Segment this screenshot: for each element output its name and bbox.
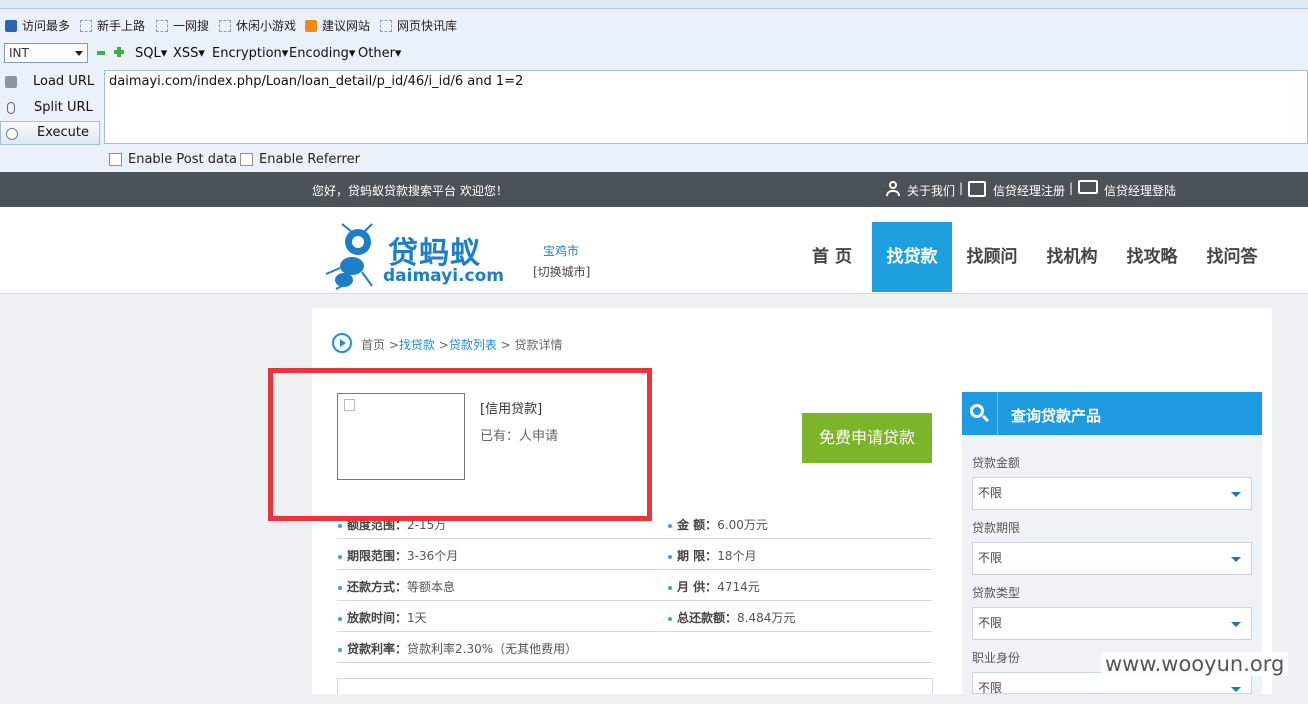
nav-find-loan[interactable]: 找贷款 xyxy=(872,222,952,292)
loan-amount-label: 贷款金额 xyxy=(972,456,1021,470)
menu-xss[interactable]: XSS▾ xyxy=(173,46,205,61)
monthly-payment: 月 供：4714元 xyxy=(668,578,760,595)
breadcrumb: 首页 >找贷款 >贷款列表 > 贷款详情 xyxy=(361,338,563,352)
menu-encryption[interactable]: Encryption▾ xyxy=(212,46,288,61)
enable-post-checkbox[interactable]: Enable Post data xyxy=(109,152,237,167)
logo-text-en[interactable]: daimayi.com xyxy=(383,266,504,286)
separator: | xyxy=(959,181,964,195)
breadcrumb-home[interactable]: 首页 xyxy=(361,338,385,352)
interest-rate: 贷款利率：贷款利率2.30%（无其他费用） xyxy=(338,640,577,657)
chevron-down-icon xyxy=(1231,687,1241,692)
load-icon xyxy=(5,76,17,88)
current-city: 宝鸡市 xyxy=(543,244,580,258)
enable-referrer-checkbox[interactable]: Enable Referrer xyxy=(240,152,360,167)
bookmark-getting-started[interactable]: 新手上路 xyxy=(80,17,145,34)
search-icon[interactable] xyxy=(962,392,998,435)
chevron-down-icon xyxy=(75,51,83,56)
breadcrumb-loan-list[interactable]: 贷款列表 xyxy=(449,338,497,352)
release-time: 放款时间：1天 xyxy=(338,609,427,626)
welcome-text: 您好，贷蚂蚁贷款搜索平台 欢迎您！ xyxy=(312,184,508,198)
loan-type-select[interactable]: 不限 xyxy=(972,607,1252,640)
menu-other[interactable]: Other▾ xyxy=(358,46,401,61)
bookmark-search[interactable]: 一网搜 xyxy=(156,17,209,34)
chevron-down-icon xyxy=(1231,557,1241,562)
bookmark-games[interactable]: 休闲小游戏 xyxy=(219,17,296,34)
menu-sql[interactable]: SQL▾ xyxy=(135,46,167,61)
loan-term-label: 贷款期限 xyxy=(972,521,1021,535)
scissors-icon xyxy=(7,102,15,114)
bookmark-most-visited[interactable]: 访问最多 xyxy=(5,17,70,34)
monitor-icon xyxy=(1078,180,1098,194)
lightbulb-icon xyxy=(305,19,317,32)
divider xyxy=(337,600,932,601)
arrow-circle-icon xyxy=(332,333,352,353)
bookmark-icon xyxy=(80,19,92,32)
free-apply-button[interactable]: 免费申请贷款 xyxy=(802,413,932,463)
bookmark-icon xyxy=(156,19,168,32)
chevron-down-icon xyxy=(1231,492,1241,497)
loan-amount: 金 额：6.00万元 xyxy=(668,516,768,533)
load-url-button[interactable]: Load URL xyxy=(0,70,100,94)
nav-find-institution[interactable]: 找机构 xyxy=(1032,222,1112,292)
divider xyxy=(337,569,932,570)
url-textarea[interactable]: daimayi.com/index.php/Loan/loan_detail/p… xyxy=(104,70,1308,144)
nav-home[interactable]: 首 页 xyxy=(792,222,872,292)
repayment-method: 还款方式：等额本息 xyxy=(338,578,455,595)
menu-encoding[interactable]: Encoding▾ xyxy=(289,46,355,61)
loan-type-label: 贷款类型 xyxy=(972,586,1021,600)
divider xyxy=(337,631,932,632)
term-range: 期限范围：3-36个月 xyxy=(338,547,458,564)
execute-button[interactable]: Execute xyxy=(0,121,100,145)
nav-find-qa[interactable]: 找问答 xyxy=(1192,222,1272,292)
loan-term: 期 限：18个月 xyxy=(668,547,756,564)
user-icon xyxy=(886,181,900,197)
nav-find-guide[interactable]: 找攻略 xyxy=(1112,222,1192,292)
split-url-button[interactable]: Split URL xyxy=(0,96,100,120)
total-repayment: 总还款额：8.484万元 xyxy=(668,609,795,626)
play-icon xyxy=(6,128,18,140)
section-box xyxy=(337,678,933,694)
browser-toolbar-edge xyxy=(0,0,1308,9)
register-icon xyxy=(968,181,986,197)
switch-city-link[interactable]: [切换城市] xyxy=(533,263,590,280)
type-select[interactable]: INT xyxy=(4,43,88,63)
occupation-label: 职业身份 xyxy=(972,651,1021,665)
bookmark-icon xyxy=(219,19,231,32)
search-panel-title: 查询贷款产品 xyxy=(1011,407,1102,425)
highlight-annotation xyxy=(268,368,652,521)
bookmark-icon xyxy=(380,19,392,32)
manager-register-link[interactable]: 信贷经理注册 xyxy=(993,182,1065,199)
divider xyxy=(337,662,932,663)
manager-login-link[interactable]: 信贷经理登陆 xyxy=(1104,182,1176,199)
breadcrumb-current: 贷款详情 xyxy=(514,338,563,352)
nav-find-advisor[interactable]: 找顾问 xyxy=(952,222,1032,292)
divider xyxy=(337,538,932,539)
bookmark-suggested-sites[interactable]: 建议网站 xyxy=(305,17,370,34)
breadcrumb-find-loan[interactable]: 找贷款 xyxy=(399,338,435,352)
watermark: www.wooyun.org xyxy=(1101,652,1289,676)
ant-logo-icon[interactable] xyxy=(322,222,382,290)
search-panel-header xyxy=(962,392,1262,435)
separator: | xyxy=(1069,181,1074,195)
plus-icon[interactable] xyxy=(114,47,124,57)
about-us-link[interactable]: 关于我们 xyxy=(907,182,955,199)
bookmark-icon xyxy=(5,19,17,32)
bookmark-web-slices[interactable]: 网页快讯库 xyxy=(380,17,457,34)
loan-term-select[interactable]: 不限 xyxy=(972,542,1252,575)
chevron-down-icon xyxy=(1231,622,1241,627)
loan-amount-select[interactable]: 不限 xyxy=(972,477,1252,510)
minus-icon[interactable] xyxy=(97,51,105,55)
